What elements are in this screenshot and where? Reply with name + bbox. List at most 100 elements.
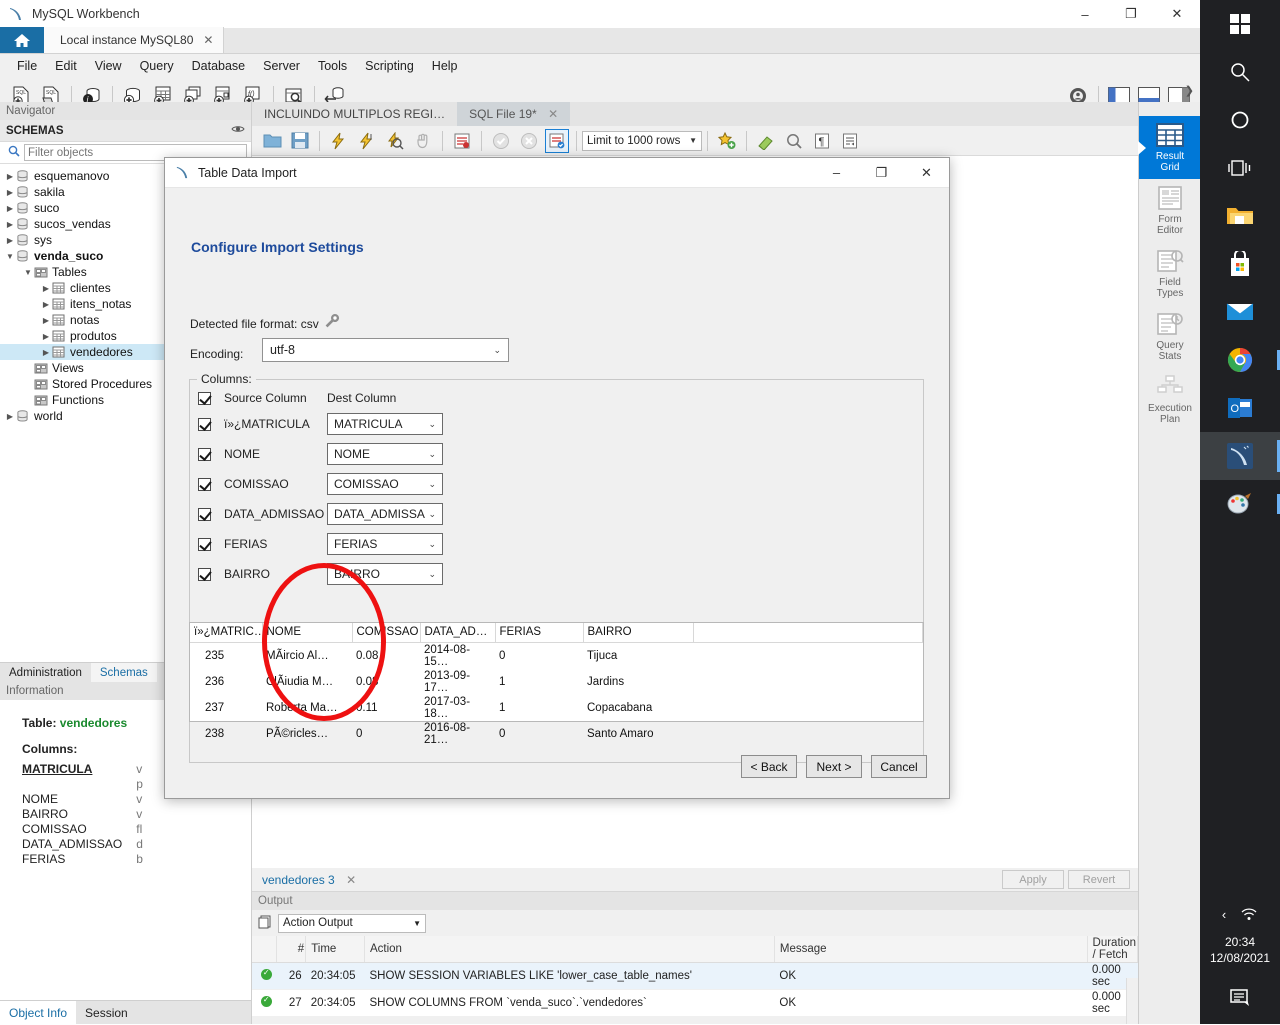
menu-item-view[interactable]: View: [86, 54, 131, 78]
result-tab-close-icon[interactable]: ✕: [346, 873, 356, 887]
back-button[interactable]: < Back: [741, 755, 797, 778]
result-tab-vendedores[interactable]: vendedores 3 ✕: [252, 873, 356, 887]
window-maximize-button[interactable]: ❐: [1108, 0, 1154, 28]
menu-item-database[interactable]: Database: [183, 54, 255, 78]
window-minimize-button[interactable]: –: [1062, 0, 1108, 28]
editor-tab-incluindo[interactable]: INCLUINDO MULTIPLOS REGI…: [252, 102, 457, 126]
tab-administration[interactable]: Administration: [0, 663, 91, 683]
next-button[interactable]: Next >: [806, 755, 862, 778]
wrap-lines-icon[interactable]: [838, 129, 862, 153]
editor-tab-sql-file-19[interactable]: SQL File 19* ✕: [457, 102, 571, 126]
output-scrollbar[interactable]: [1126, 978, 1138, 1024]
windows-start-icon[interactable]: [1200, 0, 1280, 48]
menu-item-tools[interactable]: Tools: [309, 54, 356, 78]
task-view-icon[interactable]: [1200, 144, 1280, 192]
mysql-workbench-icon[interactable]: [1200, 432, 1280, 480]
column-checkbox[interactable]: [198, 567, 211, 581]
toggle-auto-commit-icon[interactable]: [450, 129, 474, 153]
side-strip-form-editor[interactable]: Form Editor: [1139, 179, 1201, 242]
file-format-options-icon[interactable]: [324, 313, 340, 332]
toggle-schema-visibility-icon[interactable]: [231, 124, 245, 137]
tab-object-info[interactable]: Object Info: [0, 1000, 77, 1025]
chevron-right-icon[interactable]: ▶: [4, 188, 16, 197]
file-explorer-icon[interactable]: [1200, 192, 1280, 240]
open-script-icon[interactable]: [260, 129, 284, 153]
cortana-icon[interactable]: [1200, 96, 1280, 144]
side-strip-result-grid[interactable]: Result Grid: [1138, 116, 1201, 179]
column-checkbox[interactable]: [198, 417, 211, 431]
encoding-select[interactable]: utf-8 ⌄: [262, 338, 509, 362]
chevron-right-icon[interactable]: ▶: [4, 412, 16, 421]
select-all-columns-checkbox[interactable]: [198, 391, 211, 405]
connection-tab-close-icon[interactable]: ✕: [203, 33, 213, 47]
tray-expand-icon[interactable]: ‹: [1222, 907, 1226, 924]
mail-icon[interactable]: [1200, 288, 1280, 336]
menu-item-help[interactable]: Help: [423, 54, 467, 78]
editor-tab-close-icon[interactable]: ✕: [548, 107, 558, 121]
window-close-button[interactable]: ✕: [1154, 0, 1200, 28]
column-checkbox[interactable]: [198, 477, 211, 491]
chevron-right-icon[interactable]: ▶: [40, 348, 52, 357]
google-chrome-icon[interactable]: [1200, 336, 1280, 384]
side-strip-field-types[interactable]: Field Types: [1139, 242, 1201, 305]
tab-session[interactable]: Session: [76, 1001, 137, 1025]
commit-transaction-icon[interactable]: [489, 129, 513, 153]
cancel-button[interactable]: Cancel: [871, 755, 927, 778]
stop-execution-icon[interactable]: [411, 129, 435, 153]
side-strip-query-stats[interactable]: Query Stats: [1139, 305, 1201, 368]
dest-column-select[interactable]: MATRICULA ⌄: [327, 413, 443, 435]
chevron-right-icon[interactable]: ▶: [40, 284, 52, 293]
home-button[interactable]: [0, 27, 44, 53]
taskbar-clock[interactable]: 20:34 12/08/2021: [1200, 934, 1280, 966]
chevron-right-icon[interactable]: ▶: [40, 316, 52, 325]
search-icon[interactable]: [1200, 48, 1280, 96]
side-strip-execution-plan[interactable]: Execution Plan: [1139, 368, 1201, 431]
import-preview-table[interactable]: ï»¿MATRIC… NOME COMISSAO DATA_AD… FERIAS BAIR…: [189, 622, 924, 746]
explain-statement-icon[interactable]: [383, 129, 407, 153]
menu-item-server[interactable]: Server: [254, 54, 309, 78]
menu-item-edit[interactable]: Edit: [46, 54, 86, 78]
find-icon[interactable]: [782, 129, 806, 153]
chevron-right-icon[interactable]: ▶: [4, 220, 16, 229]
toggle-invisible-chars-icon[interactable]: ¶: [810, 129, 834, 153]
dest-column-select[interactable]: DATA_ADMISSA ⌄: [327, 503, 443, 525]
preview-row[interactable]: 237 Roberta Ma… 0.11 2017-03-18… 1 Copacabana: [190, 695, 923, 721]
rollback-transaction-icon[interactable]: [517, 129, 541, 153]
revert-button[interactable]: Revert: [1068, 870, 1130, 889]
execute-statement-icon[interactable]: [327, 129, 351, 153]
column-checkbox[interactable]: [198, 507, 211, 521]
preview-row[interactable]: 238 PÃ©ricles… 0 2016-08-21… 0 Santo Amaro: [190, 721, 923, 747]
table-row[interactable]: 2720:34:05SHOW COLUMNS FROM `venda_suco`…: [252, 989, 1138, 1017]
menu-item-scripting[interactable]: Scripting: [356, 54, 423, 78]
chevron-right-icon[interactable]: ▶: [40, 300, 52, 309]
paint-icon[interactable]: [1200, 480, 1280, 528]
notification-center-icon[interactable]: [1200, 986, 1280, 1008]
execute-current-statement-icon[interactable]: [355, 129, 379, 153]
chevron-right-icon[interactable]: ▶: [4, 236, 16, 245]
wifi-icon[interactable]: [1240, 907, 1258, 924]
dialog-close-button[interactable]: ✕: [904, 158, 949, 188]
dialog-minimize-button[interactable]: –: [814, 158, 859, 188]
save-script-icon[interactable]: [288, 129, 312, 153]
row-limit-select[interactable]: Limit to 1000 rows ▼: [582, 130, 702, 151]
menu-item-file[interactable]: File: [8, 54, 46, 78]
chevron-right-icon[interactable]: ▶: [4, 204, 16, 213]
chevron-down-icon[interactable]: ▼: [22, 268, 34, 277]
chevron-down-icon[interactable]: ▼: [4, 252, 16, 261]
dest-column-select[interactable]: COMISSAO ⌄: [327, 473, 443, 495]
dest-column-select[interactable]: BAIRRO ⌄: [327, 563, 443, 585]
dialog-maximize-button[interactable]: ❐: [859, 158, 904, 188]
menu-item-query[interactable]: Query: [131, 54, 183, 78]
expand-panel-icon[interactable]: ❯: [1185, 84, 1194, 97]
apply-button[interactable]: Apply: [1002, 870, 1064, 889]
output-type-select[interactable]: Action Output ▼: [278, 913, 426, 933]
dest-column-select[interactable]: NOME ⌄: [327, 443, 443, 465]
outlook-icon[interactable]: O: [1200, 384, 1280, 432]
tab-schemas[interactable]: Schemas: [90, 662, 157, 683]
table-row[interactable]: 2620:34:05SHOW SESSION VARIABLES LIKE 'l…: [252, 962, 1138, 990]
preview-row[interactable]: 236 ClÃiudia M… 0.08 2013-09-17… 1 Jardins: [190, 669, 923, 695]
chevron-right-icon[interactable]: ▶: [4, 172, 16, 181]
column-checkbox[interactable]: [198, 447, 211, 461]
column-checkbox[interactable]: [198, 537, 211, 551]
toggle-auto-commit-mode-icon[interactable]: [545, 128, 569, 153]
